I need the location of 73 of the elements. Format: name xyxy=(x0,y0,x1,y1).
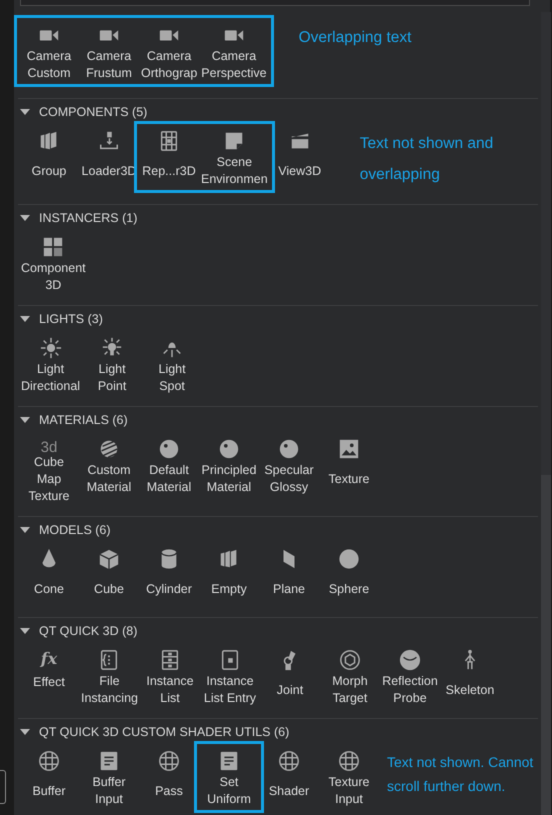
sun-icon xyxy=(40,337,62,359)
section-header[interactable]: INSTANCERS (1) xyxy=(18,205,538,230)
library-item[interactable]: Set Uniform xyxy=(199,746,259,808)
ball-icon xyxy=(158,438,180,460)
library-item[interactable]: View3D xyxy=(270,126,330,188)
library-item[interactable]: Plane xyxy=(259,544,319,606)
library-item[interactable]: Camera Custom xyxy=(19,20,79,82)
library-item[interactable]: Principled Material xyxy=(199,434,259,496)
component-icon xyxy=(42,236,64,258)
hemisphere-icon xyxy=(398,649,421,671)
annotation-text: Overlapping text xyxy=(298,28,412,48)
glyph-icon: 3d xyxy=(40,438,58,458)
hexagon-ring-icon xyxy=(338,649,361,671)
library-item[interactable]: Camera Frustum xyxy=(79,20,139,82)
document-icon xyxy=(98,750,120,772)
library-item[interactable]: Buffer Input xyxy=(79,746,139,808)
globe-icon xyxy=(38,750,60,772)
library-item[interactable]: Default Material xyxy=(139,434,199,496)
section-header[interactable]: QT QUICK 3D CUSTOM SHADER UTILS (6) xyxy=(18,719,538,744)
library-item[interactable]: Instance List xyxy=(140,645,200,707)
library-item[interactable]: Light Directional xyxy=(19,333,82,395)
library-item[interactable]: Rep...r3D xyxy=(139,126,199,188)
section-header[interactable]: LIGHTS (3) xyxy=(18,306,538,331)
library-item[interactable]: File Instancing xyxy=(79,645,140,707)
section-header[interactable]: COMPONENTS (5) xyxy=(18,99,538,124)
document-icon xyxy=(218,750,240,772)
library-item[interactable]: Group xyxy=(19,126,79,188)
download-icon xyxy=(98,130,120,152)
ball-icon xyxy=(278,438,300,460)
library-item[interactable]: Shader xyxy=(259,746,319,808)
sphere-icon xyxy=(338,548,360,570)
library-item[interactable]: Light Spot xyxy=(142,333,202,395)
image-icon xyxy=(338,438,360,460)
library-item[interactable]: Cone xyxy=(19,544,79,606)
library-item[interactable]: Reflection Probe xyxy=(380,645,440,707)
library-item[interactable]: Pass xyxy=(139,746,199,808)
library-item[interactable]: Empty xyxy=(199,544,259,606)
library-item[interactable]: Buffer xyxy=(19,746,79,808)
annotation-text: Text not shown. Cannot scroll further down. xyxy=(387,753,534,796)
library-item[interactable]: Cylinder xyxy=(139,544,199,606)
ball-icon xyxy=(218,438,240,460)
library-item[interactable]: Specular Glossy xyxy=(259,434,319,496)
globe-icon xyxy=(158,750,180,772)
section-header[interactable]: MATERIALS (6) xyxy=(18,407,538,432)
library-item[interactable]: Texture Input xyxy=(319,746,379,808)
library-item[interactable]: Component 3D xyxy=(19,232,88,294)
library-item[interactable]: Camera Orthograp xyxy=(139,20,200,82)
library-item[interactable]: Skeleton xyxy=(440,645,500,707)
library-item[interactable]: fx Effect xyxy=(19,645,79,699)
library-item[interactable]: Joint xyxy=(260,645,320,707)
library-item[interactable]: Instance List Entry xyxy=(200,645,260,707)
globe-icon xyxy=(338,750,360,772)
scrollbar[interactable] xyxy=(541,12,551,815)
section-header[interactable]: MODELS (6) xyxy=(18,517,538,542)
library-item[interactable]: 3d Cube Map Texture xyxy=(19,434,79,505)
library-item[interactable]: Scene Environmen xyxy=(199,126,270,188)
library-item[interactable]: Custom Material xyxy=(79,434,139,496)
library-item[interactable]: Morph Target xyxy=(320,645,380,707)
glyph-icon: fx xyxy=(40,649,58,669)
scrollbar-thumb[interactable] xyxy=(541,475,551,815)
library-item[interactable]: Texture xyxy=(319,434,379,496)
striped-ball-icon xyxy=(98,438,120,460)
globe-icon xyxy=(278,750,300,772)
library-item[interactable]: Sphere xyxy=(319,544,379,606)
search-field[interactable] xyxy=(20,0,530,6)
library-item[interactable]: Camera Perspective xyxy=(199,20,269,82)
side-tab[interactable] xyxy=(0,770,6,804)
grid-icon xyxy=(158,130,180,152)
annotation-text: Text not shown and overlapping xyxy=(360,134,494,185)
cube-icon xyxy=(98,548,120,570)
library-item[interactable]: Cube xyxy=(79,544,139,606)
section-header[interactable]: QT QUICK 3D (8) xyxy=(18,618,538,643)
library-item[interactable]: Light Point xyxy=(82,333,142,395)
